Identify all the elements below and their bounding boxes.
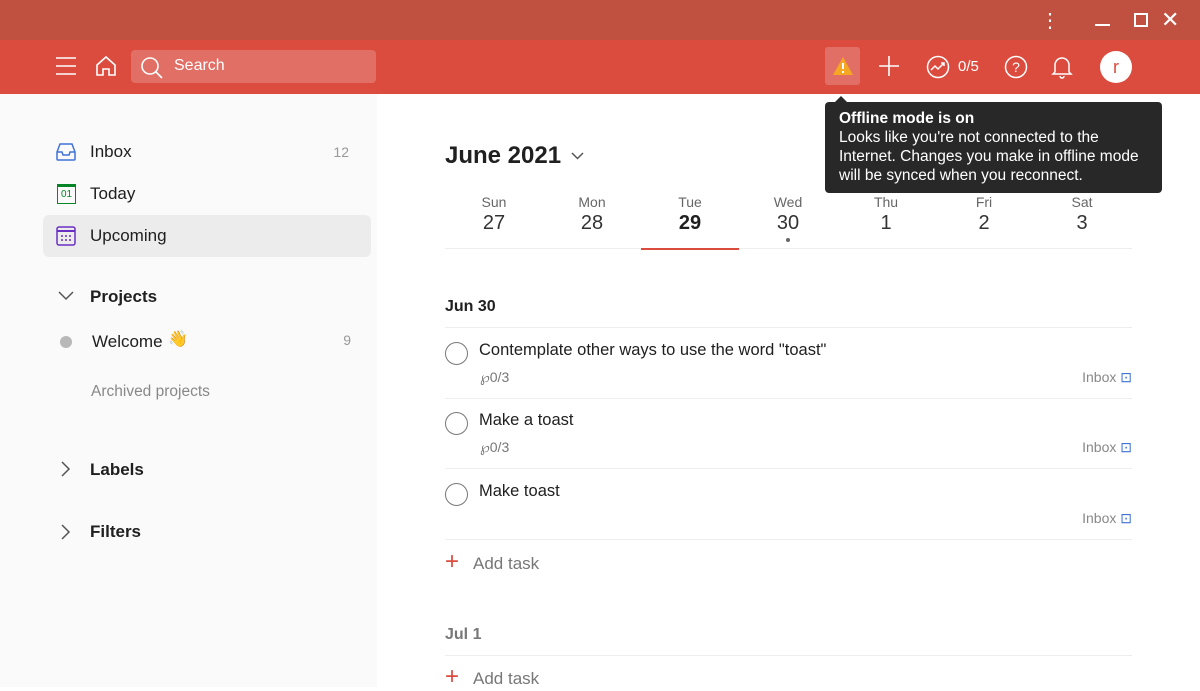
inbox-icon: ⊡ [1120,510,1132,526]
task-checkbox[interactable] [445,483,468,506]
notifications-icon[interactable] [1051,54,1073,80]
minimize-button[interactable] [1095,24,1110,26]
chevron-down-icon[interactable] [58,291,74,301]
inbox-count: 12 [333,144,349,160]
subtask-icon: ℘ [480,439,490,455]
help-icon[interactable]: ? [1004,55,1028,79]
subtask-count: ℘0/3 [480,369,510,385]
day-thu[interactable]: Thu 1 [837,194,935,235]
section-title: Jul 1 [445,626,482,643]
inbox-icon [56,143,76,161]
offline-warning-button[interactable] [825,47,860,85]
title-bar: ⋮ ✕ [0,0,1200,40]
maximize-button[interactable] [1134,13,1148,27]
add-task-icon[interactable] [878,55,900,77]
inbox-icon: ⊡ [1120,369,1132,385]
section-title: Jun 30 [445,298,496,315]
project-color-dot [60,336,72,348]
task-checkbox[interactable] [445,342,468,365]
chevron-right-icon[interactable] [61,524,71,540]
day-mon[interactable]: Mon 28 [543,194,641,235]
search-icon [141,57,163,79]
month-title: June 2021 [445,142,562,169]
sidebar-item-upcoming[interactable]: Upcoming [43,215,371,257]
chevron-right-icon[interactable] [61,461,71,477]
task-title[interactable]: Make toast [479,482,560,501]
task-checkbox[interactable] [445,412,468,435]
task-project[interactable]: Inbox ⊡ [1082,510,1132,527]
sidebar-item-inbox[interactable]: Inbox 12 [43,131,371,173]
subtask-icon: ℘ [480,369,490,385]
tooltip-body: Looks like you're not connected to the I… [839,129,1139,184]
avatar[interactable]: r [1100,51,1132,83]
inbox-icon: ⊡ [1120,439,1132,455]
menu-icon[interactable] [55,56,77,76]
tooltip-title: Offline mode is on [839,110,975,127]
upcoming-icon [56,226,76,246]
task-project[interactable]: Inbox ⊡ [1082,369,1132,386]
sidebar-item-today[interactable]: 01 Today [43,173,371,215]
warning-icon [833,57,853,75]
today-icon: 01 [57,184,76,204]
wave-emoji: 👋 [168,331,188,348]
task-title[interactable]: Make a toast [479,411,573,430]
archived-projects-link[interactable]: Archived projects [91,383,210,401]
more-vertical-icon[interactable]: ⋮ [1040,8,1060,33]
day-wed[interactable]: Wed 30 [739,194,837,235]
add-task-button[interactable]: + Add task [445,548,539,576]
search-input[interactable]: Search [131,50,376,83]
chevron-down-icon [571,152,584,160]
productivity-icon[interactable] [926,55,950,79]
sidebar-item-label: Upcoming [90,226,167,245]
offline-tooltip: Offline mode is on Looks like you're not… [825,96,1162,193]
close-button[interactable]: ✕ [1161,7,1179,33]
plus-icon: + [445,548,460,575]
project-count: 9 [343,332,351,348]
sidebar-item-label: Today [90,184,136,203]
task-title[interactable]: Contemplate other ways to use the word "… [479,341,826,360]
project-label: Welcome [92,332,163,351]
sidebar-item-label: Inbox [90,142,132,161]
has-tasks-dot [786,238,790,242]
day-tue-selected[interactable]: Tue 29 [641,194,739,250]
day-sun[interactable]: Sun 27 [445,194,543,235]
month-picker[interactable]: June 2021 [445,142,584,170]
plus-icon: + [445,663,460,690]
filters-header[interactable]: Filters [90,522,141,542]
day-sat[interactable]: Sat 3 [1033,194,1131,235]
project-welcome[interactable]: Welcome 👋 9 [43,325,371,357]
projects-header[interactable]: Projects [90,287,157,307]
subtask-count: ℘0/3 [480,439,510,455]
svg-text:?: ? [1012,59,1020,75]
day-fri[interactable]: Fri 2 [935,194,1033,235]
task-project[interactable]: Inbox ⊡ [1082,439,1132,456]
karma-count[interactable]: 0/5 [958,58,979,75]
labels-header[interactable]: Labels [90,460,144,480]
home-icon[interactable] [94,54,118,78]
search-placeholder: Search [174,57,225,74]
